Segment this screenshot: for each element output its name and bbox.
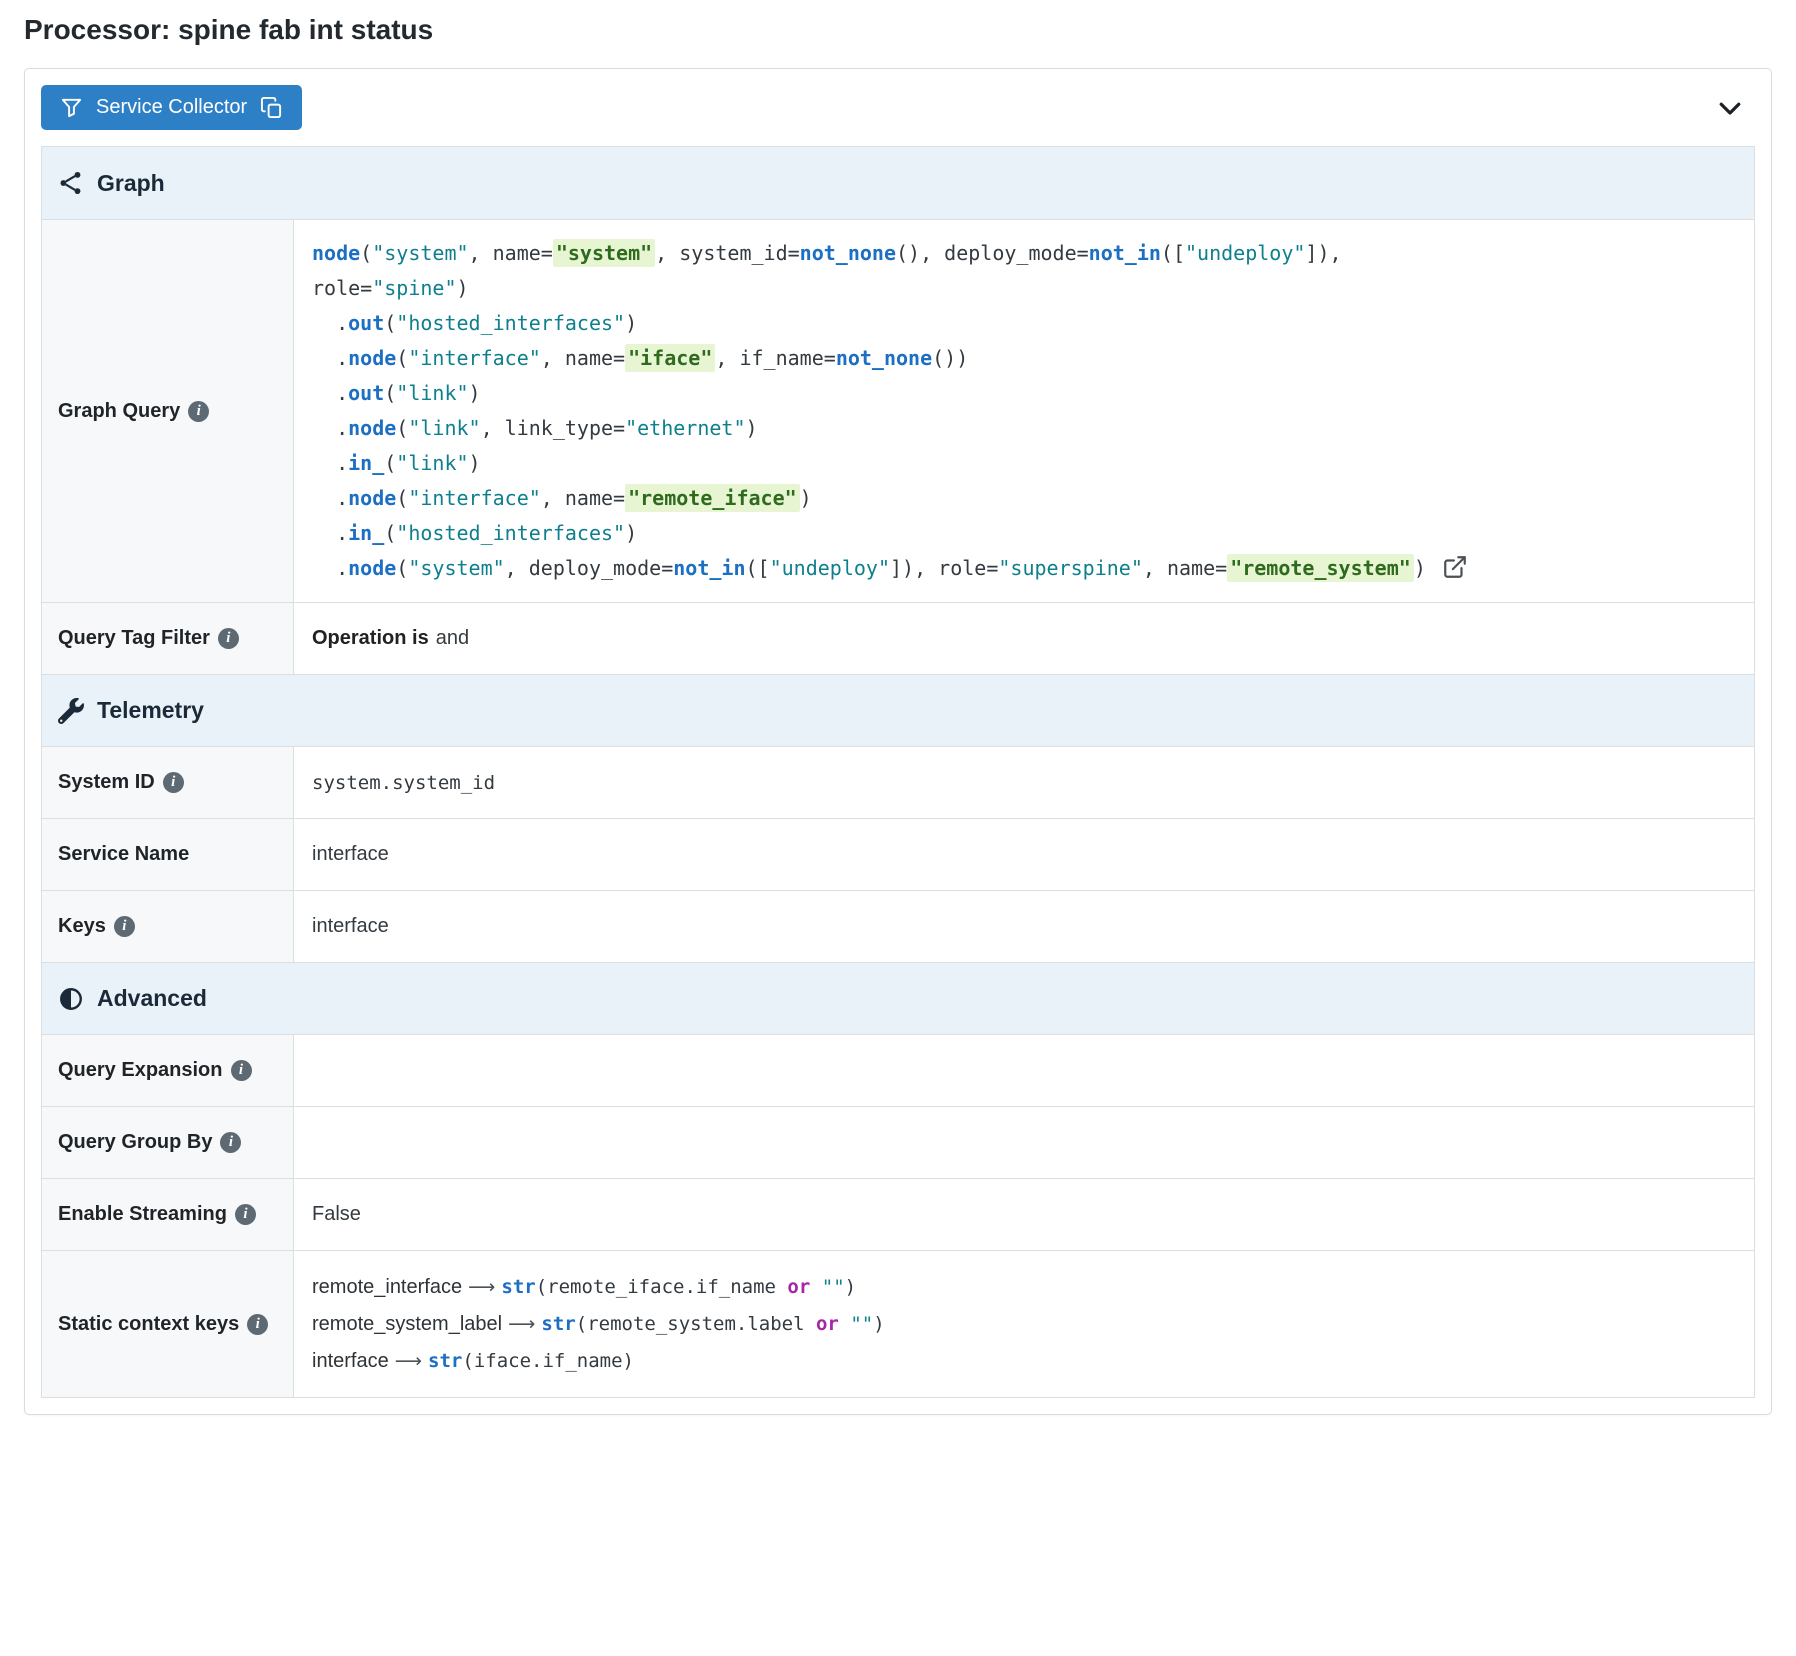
graph-query-info-icon[interactable] bbox=[188, 401, 209, 422]
funnel-icon bbox=[60, 96, 83, 119]
row-enable-streaming: Enable Streaming False bbox=[42, 1178, 1754, 1250]
code-line: node("system", name="system", system_id=… bbox=[312, 236, 1468, 271]
graph-query-label: Graph Query bbox=[58, 400, 180, 423]
operation-value: and bbox=[436, 627, 469, 650]
query-group-by-info-icon[interactable] bbox=[220, 1132, 241, 1153]
enable-streaming-label-cell: Enable Streaming bbox=[42, 1179, 294, 1250]
code-line: .out("hosted_interfaces") bbox=[312, 306, 1468, 341]
query-group-by-label-cell: Query Group By bbox=[42, 1107, 294, 1178]
section-graph: Graph bbox=[42, 147, 1754, 219]
row-system-id: System ID system.system_id bbox=[42, 746, 1754, 818]
processor-table: Graph Graph Query node("system", name="s… bbox=[41, 146, 1755, 1398]
service-name-label: Service Name bbox=[58, 843, 189, 866]
section-telemetry: Telemetry bbox=[42, 674, 1754, 746]
query-group-by-value bbox=[294, 1107, 1754, 1178]
keys-value: interface bbox=[294, 891, 1754, 962]
section-advanced: Advanced bbox=[42, 962, 1754, 1034]
query-expansion-info-icon[interactable] bbox=[231, 1060, 252, 1081]
graph-query-value: node("system", name="system", system_id=… bbox=[294, 220, 1754, 602]
system-id-label: System ID bbox=[58, 771, 155, 794]
enable-streaming-info-icon[interactable] bbox=[235, 1204, 256, 1225]
row-service-name: Service Name interface bbox=[42, 818, 1754, 890]
row-query-expansion: Query Expansion bbox=[42, 1034, 1754, 1106]
card-header: Service Collector bbox=[41, 85, 1755, 130]
service-name-label-cell: Service Name bbox=[42, 819, 294, 890]
processor-card: Service Collector Graph Graph Query bbox=[24, 68, 1772, 1415]
query-expansion-label-cell: Query Expansion bbox=[42, 1035, 294, 1106]
graph-query-code: node("system", name="system", system_id=… bbox=[312, 236, 1468, 586]
query-tag-filter-label-cell: Query Tag Filter bbox=[42, 603, 294, 674]
query-tag-filter-label: Query Tag Filter bbox=[58, 627, 210, 650]
code-line: .out("link") bbox=[312, 376, 1468, 411]
query-group-by-label: Query Group By bbox=[58, 1131, 212, 1154]
code-line: .in_("hosted_interfaces") bbox=[312, 516, 1468, 551]
row-query-group-by: Query Group By bbox=[42, 1106, 1754, 1178]
row-keys: Keys interface bbox=[42, 890, 1754, 962]
service-name-value: interface bbox=[294, 819, 1754, 890]
processor-page: Processor: spine fab int status Service … bbox=[0, 0, 1796, 1439]
keys-info-icon[interactable] bbox=[114, 916, 135, 937]
code-line: .in_("link") bbox=[312, 446, 1468, 481]
code-line: .node("interface", name="remote_iface") bbox=[312, 481, 1468, 516]
system-id-value: system.system_id bbox=[294, 747, 1754, 818]
code-line: .node("link", link_type="ethernet") bbox=[312, 411, 1468, 446]
static-context-keys-info-icon[interactable] bbox=[247, 1314, 268, 1335]
query-expansion-label: Query Expansion bbox=[58, 1059, 223, 1082]
contrast-icon bbox=[58, 986, 84, 1012]
query-tag-filter-value: Operation is and bbox=[294, 603, 1754, 674]
code-line: .node("interface", name="iface", if_name… bbox=[312, 341, 1468, 376]
row-graph-query: Graph Query node("system", name="system"… bbox=[42, 219, 1754, 602]
graph-icon bbox=[58, 170, 84, 196]
query-expansion-value bbox=[294, 1035, 1754, 1106]
row-static-context-keys: Static context keys remote_interface ⟶ s… bbox=[42, 1250, 1754, 1397]
keys-label: Keys bbox=[58, 915, 106, 938]
static-context-keys-code: remote_interface ⟶ str(remote_iface.if_n… bbox=[312, 1269, 885, 1380]
system-id-label-cell: System ID bbox=[42, 747, 294, 818]
copy-icon[interactable] bbox=[260, 96, 283, 119]
chevron-down-icon[interactable] bbox=[1715, 93, 1745, 123]
wrench-icon bbox=[58, 698, 84, 724]
service-collector-label: Service Collector bbox=[96, 96, 247, 119]
row-query-tag-filter: Query Tag Filter Operation is and bbox=[42, 602, 1754, 674]
section-advanced-label: Advanced bbox=[97, 985, 207, 1012]
code-line: remote_interface ⟶ str(remote_iface.if_n… bbox=[312, 1269, 885, 1306]
enable-streaming-label: Enable Streaming bbox=[58, 1203, 227, 1226]
operation-label: Operation is bbox=[312, 627, 429, 650]
static-context-keys-label: Static context keys bbox=[58, 1313, 239, 1336]
code-line: .node("system", deploy_mode=not_in(["und… bbox=[312, 551, 1468, 586]
section-graph-label: Graph bbox=[97, 170, 165, 197]
external-link-icon[interactable] bbox=[1442, 554, 1468, 580]
system-id-info-icon[interactable] bbox=[163, 772, 184, 793]
graph-query-label-cell: Graph Query bbox=[42, 220, 294, 602]
enable-streaming-value: False bbox=[294, 1179, 1754, 1250]
keys-label-cell: Keys bbox=[42, 891, 294, 962]
code-line: interface ⟶ str(iface.if_name) bbox=[312, 1343, 885, 1380]
section-telemetry-label: Telemetry bbox=[97, 697, 204, 724]
service-collector-button[interactable]: Service Collector bbox=[41, 85, 302, 130]
code-line: remote_system_label ⟶ str(remote_system.… bbox=[312, 1306, 885, 1343]
query-tag-filter-info-icon[interactable] bbox=[218, 628, 239, 649]
code-line: role="spine") bbox=[312, 271, 1468, 306]
static-context-keys-label-cell: Static context keys bbox=[42, 1251, 294, 1397]
page-title: Processor: spine fab int status bbox=[24, 14, 1772, 46]
static-context-keys-value: remote_interface ⟶ str(remote_iface.if_n… bbox=[294, 1251, 1754, 1397]
